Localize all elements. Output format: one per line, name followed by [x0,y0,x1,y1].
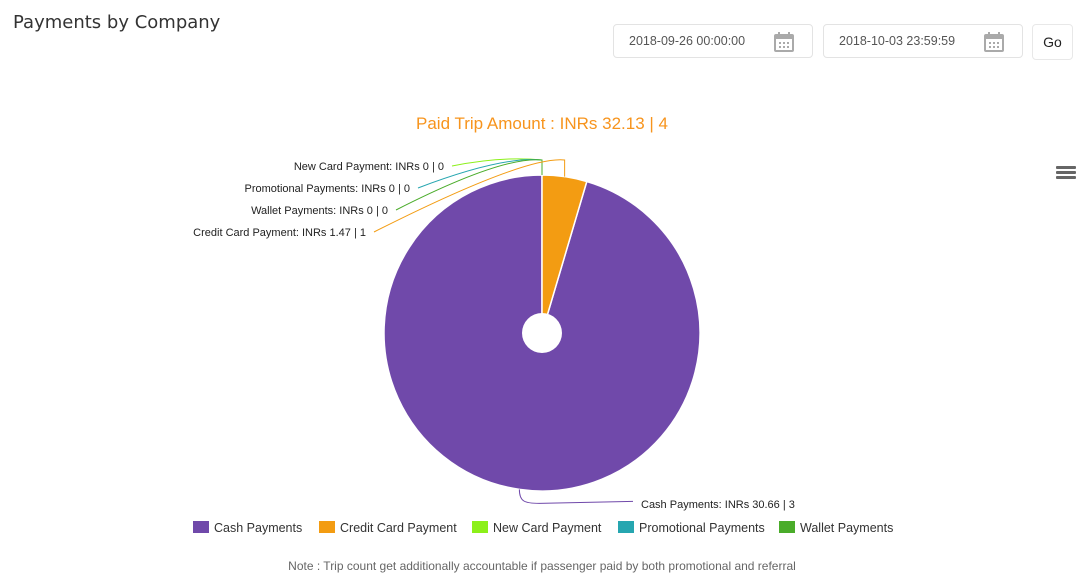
legend-swatch [472,521,488,533]
data-label-cash-payments: Cash Payments: INRs 30.66 | 3 [641,499,795,511]
data-label-credit-card-payment: Credit Card Payment: INRs 1.47 | 1 [193,227,366,239]
legend-swatch [618,521,634,533]
chart-title: Paid Trip Amount : INRs 32.13 | 4 [416,114,668,133]
pie-chart: Paid Trip Amount : INRs 32.13 | 4 Cash P… [193,114,893,535]
legend-swatch [319,521,335,533]
pie-center-hole [522,313,562,353]
legend-item-new-card-payment[interactable]: New Card Payment [472,521,602,535]
legend-label: New Card Payment [493,521,602,535]
pie-slices [383,174,701,492]
data-label-wallet-payments: Wallet Payments: INRs 0 | 0 [251,205,388,217]
legend-swatch [779,521,795,533]
legend-label: Promotional Payments [639,521,765,535]
legend-item-promotional-payments[interactable]: Promotional Payments [618,521,765,535]
legend-item-cash-payments[interactable]: Cash Payments [193,521,302,535]
legend: Cash Payments Credit Card Payment New Card… [193,521,893,535]
legend-item-wallet-payments[interactable]: Wallet Payments [779,521,893,535]
legend-item-credit-card-payment[interactable]: Credit Card Payment [319,521,457,535]
legend-swatch [193,521,209,533]
data-label-promotional-payments: Promotional Payments: INRs 0 | 0 [245,183,410,195]
data-label-new-card-payment: New Card Payment: INRs 0 | 0 [294,161,444,173]
legend-label: Cash Payments [214,521,302,535]
legend-label: Credit Card Payment [340,521,457,535]
footnote: Note : Trip count get additionally accou… [288,559,796,573]
legend-label: Wallet Payments [800,521,893,535]
